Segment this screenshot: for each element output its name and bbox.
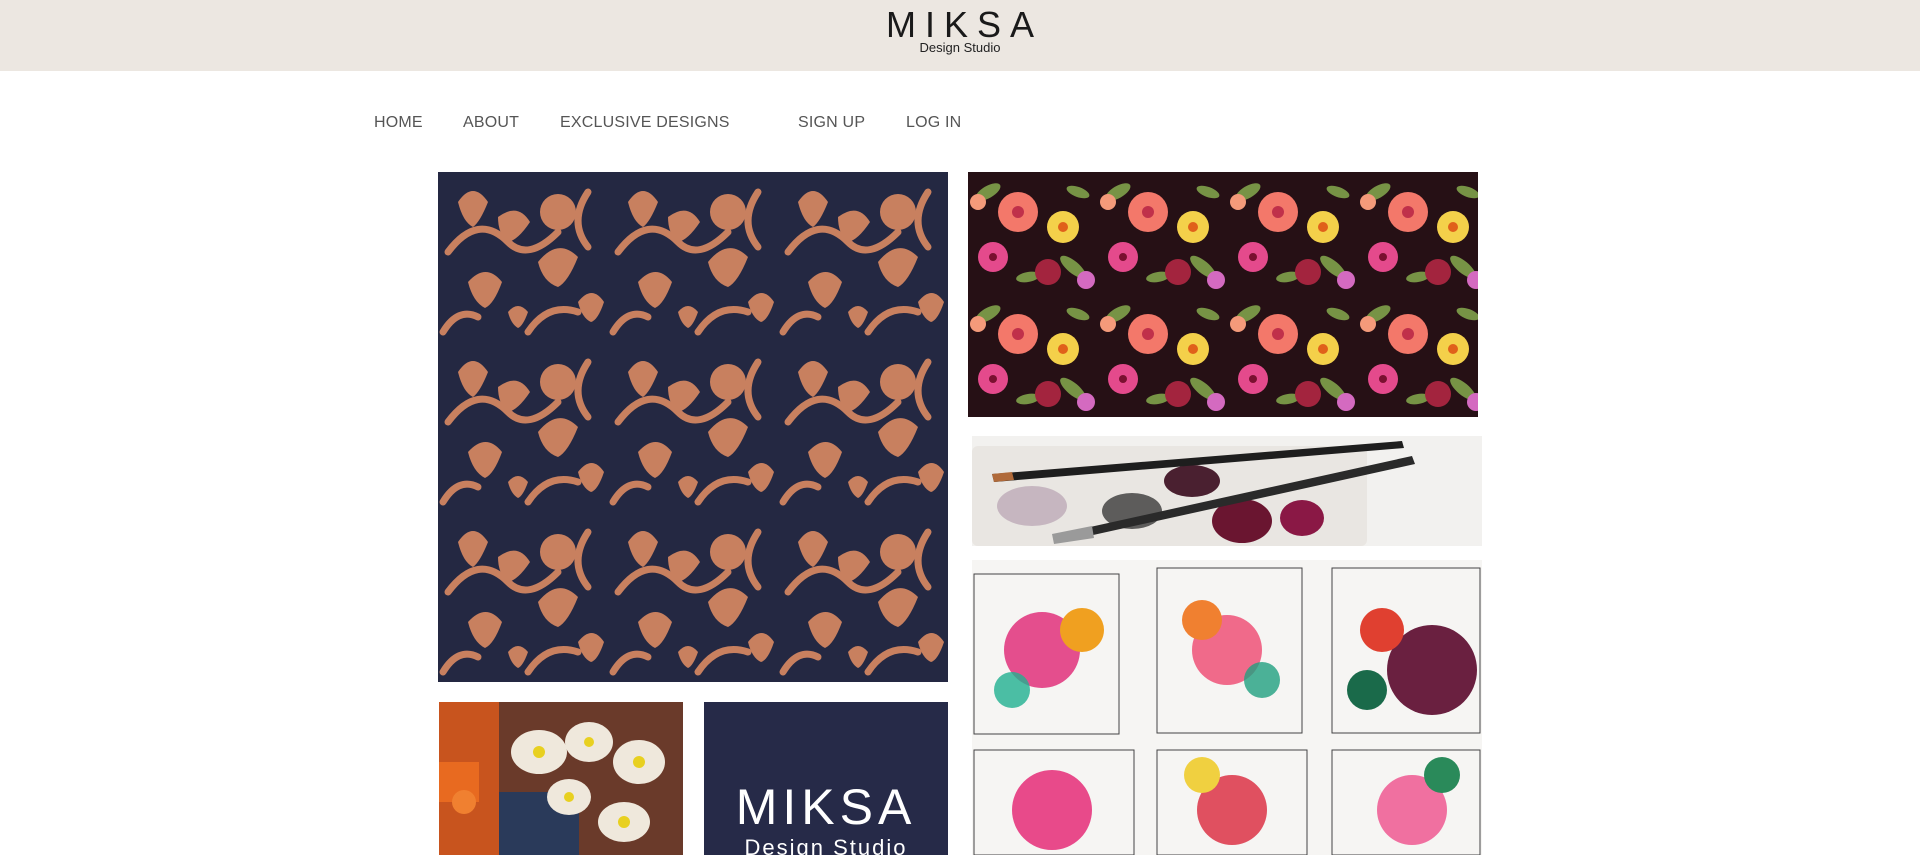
nav-exclusive-designs[interactable]: EXCLUSIVE DESIGNS <box>560 114 730 132</box>
paint-brushes-photo <box>972 436 1482 546</box>
oil-painted-flowers-image <box>439 702 683 855</box>
nav-sign-up[interactable]: SIGN UP <box>798 114 865 132</box>
gallery-tile-flower-sketches[interactable] <box>972 560 1482 855</box>
nav-home[interactable]: HOME <box>374 114 423 132</box>
site-header: MIKSA Design Studio <box>0 0 1920 71</box>
logo-tile-subtitle: Design Studio <box>744 835 908 855</box>
nav-log-in[interactable]: LOG IN <box>906 114 961 132</box>
ikat-floral-pattern-image <box>438 172 948 682</box>
gallery-tile-oil-flowers[interactable] <box>439 702 683 855</box>
watercolor-floral-pattern-image <box>968 172 1478 417</box>
gallery-tile-watercolor-floral[interactable] <box>968 172 1478 417</box>
flower-sketches-photo <box>972 560 1482 855</box>
gallery-tile-paint-brushes[interactable] <box>972 436 1482 546</box>
nav-about[interactable]: ABOUT <box>463 114 519 132</box>
brand-subtitle: Design Studio <box>919 40 1001 55</box>
gallery-tile-miksa-logo[interactable]: MIKSA Design Studio <box>704 702 948 855</box>
logo-tile-title: MIKSA <box>735 779 917 835</box>
gallery-tile-ikat-floral[interactable] <box>438 172 948 682</box>
